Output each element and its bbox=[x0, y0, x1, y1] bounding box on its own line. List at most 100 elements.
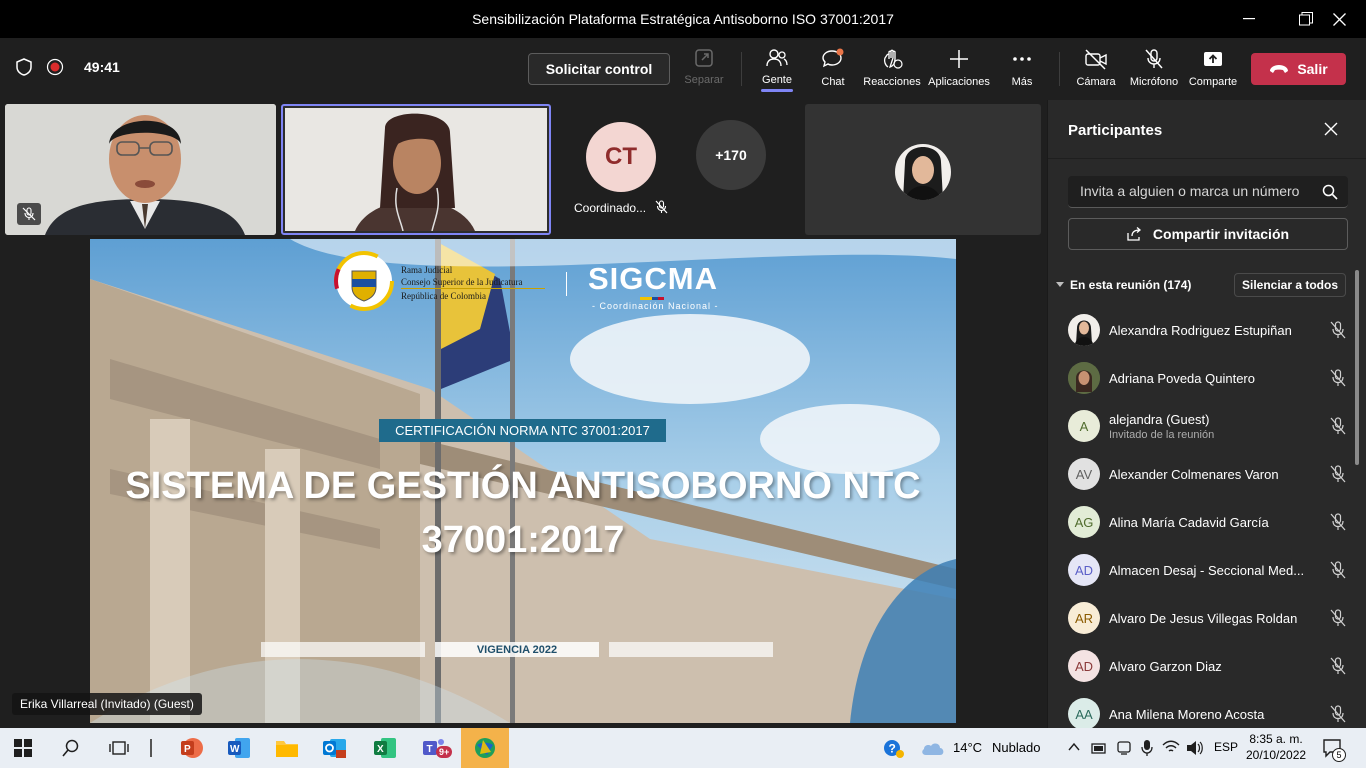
taskbar-active-app[interactable] bbox=[461, 728, 509, 768]
apps-label: Aplicaciones bbox=[928, 76, 990, 88]
clock-date: 20/10/2022 bbox=[1246, 748, 1307, 762]
video-tile-participant-1[interactable] bbox=[5, 104, 276, 235]
title-bar: Sensibilización Plataforma Estratégica A… bbox=[0, 0, 1366, 38]
teams-badge: 9+ bbox=[436, 746, 453, 758]
participant-row[interactable]: Alexandra Rodriguez Estupiñan bbox=[1068, 306, 1348, 354]
flag-stripe bbox=[640, 297, 664, 300]
svg-text:X: X bbox=[377, 744, 384, 755]
more-label: Más bbox=[1011, 76, 1033, 88]
participant-name: Alina María Cadavid García bbox=[1109, 514, 1269, 530]
taskbar-divider bbox=[150, 739, 152, 757]
participant-row[interactable]: AR Alvaro De Jesus Villegas Roldan bbox=[1068, 594, 1348, 642]
apps-plus-icon bbox=[950, 50, 968, 68]
microphone-label: Micrófono bbox=[1129, 76, 1179, 88]
mic-off-icon bbox=[1330, 513, 1346, 531]
participants-title: Participantes bbox=[1068, 122, 1163, 139]
footer-bar-left bbox=[261, 642, 425, 657]
slide-title-line-2: 37001:2017 bbox=[421, 519, 625, 561]
close-icon bbox=[1332, 12, 1346, 26]
battery-icon[interactable] bbox=[1090, 740, 1108, 756]
mic-off-icon bbox=[1330, 705, 1346, 723]
brand-logo: SIGCMA bbox=[588, 261, 718, 296]
participant-row[interactable]: AG Alina María Cadavid García bbox=[1068, 498, 1348, 546]
taskbar-outlook[interactable] bbox=[312, 728, 358, 768]
language-indicator[interactable]: ESP bbox=[1214, 740, 1238, 754]
device-icon[interactable] bbox=[1116, 740, 1132, 756]
more-participants-count[interactable]: +170 bbox=[696, 120, 766, 190]
taskbar-search-button[interactable] bbox=[48, 728, 94, 768]
participant-name: Alexander Colmenares Varon bbox=[1109, 466, 1279, 482]
org-line-1: Rama Judicial bbox=[401, 265, 453, 275]
leave-label: Salir bbox=[1297, 61, 1328, 77]
taskbar-file-explorer[interactable] bbox=[264, 728, 310, 768]
avatar: AV bbox=[1068, 458, 1100, 490]
chevron-down-icon bbox=[1056, 282, 1064, 287]
participant-name: Alvaro De Jesus Villegas Roldan bbox=[1109, 610, 1298, 626]
share-invitation-label: Compartir invitación bbox=[1152, 226, 1290, 242]
share-invite-icon bbox=[1127, 227, 1141, 241]
notification-center-button[interactable]: 5 bbox=[1322, 738, 1346, 763]
start-button[interactable] bbox=[0, 728, 46, 768]
participant-row[interactable]: Adriana Poveda Quintero bbox=[1068, 354, 1348, 402]
participants-scrollbar[interactable] bbox=[1355, 270, 1359, 465]
minimize-button[interactable] bbox=[1226, 0, 1272, 38]
people-label: Gente bbox=[762, 74, 792, 86]
taskbar-excel[interactable]: X bbox=[362, 728, 408, 768]
share-invitation-button[interactable]: Compartir invitación bbox=[1068, 218, 1348, 250]
participant-name: Alexandra Rodriguez Estupiñan bbox=[1109, 322, 1292, 338]
pop-out-button[interactable]: Separar bbox=[669, 48, 739, 86]
close-window-button[interactable] bbox=[1316, 0, 1362, 38]
taskbar-word[interactable]: W bbox=[216, 728, 262, 768]
wifi-icon[interactable] bbox=[1162, 740, 1180, 754]
weather-temp[interactable]: 14°C bbox=[953, 740, 982, 755]
participant-row[interactable]: AD Alvaro Garzon Diaz bbox=[1068, 642, 1348, 690]
more-button[interactable]: Más bbox=[987, 48, 1057, 88]
shared-presentation[interactable]: Rama Judicial Consejo Superior de la Jud… bbox=[90, 239, 956, 723]
search-icon[interactable] bbox=[1322, 184, 1338, 200]
certification-badge: CERTIFICACIÓN NORMA NTC 37001:2017 bbox=[379, 419, 666, 442]
taskbar-teams[interactable]: T 9+ bbox=[412, 728, 458, 768]
participant-name: Adriana Poveda Quintero bbox=[1109, 370, 1255, 386]
participant-row[interactable]: AD Almacen Desaj - Seccional Med... bbox=[1068, 546, 1348, 594]
avatar: AD bbox=[1068, 650, 1100, 682]
reactions-button[interactable]: Reacciones bbox=[857, 48, 927, 88]
avatar bbox=[1068, 362, 1100, 394]
reactions-label: Reacciones bbox=[863, 76, 921, 88]
mic-off-icon bbox=[1145, 49, 1163, 69]
volume-icon[interactable] bbox=[1186, 740, 1204, 756]
video-tile-active-speaker[interactable] bbox=[281, 104, 551, 235]
participant-name: alejandra (Guest) bbox=[1109, 411, 1210, 427]
request-control-button[interactable]: Solicitar control bbox=[528, 53, 670, 85]
clock[interactable]: 8:35 a. m. 20/10/2022 bbox=[1246, 731, 1306, 763]
close-panel-button[interactable] bbox=[1324, 122, 1338, 141]
task-view-icon bbox=[109, 741, 129, 755]
apps-button[interactable]: Aplicaciones bbox=[924, 48, 994, 88]
chevron-up-icon[interactable] bbox=[1068, 742, 1080, 752]
participant-row[interactable]: AV Alexander Colmenares Varon bbox=[1068, 450, 1348, 498]
avatar: AG bbox=[1068, 506, 1100, 538]
leave-button[interactable]: Salir bbox=[1251, 53, 1346, 85]
invite-search-input[interactable] bbox=[1068, 176, 1308, 206]
windows-logo-icon bbox=[14, 739, 32, 757]
participant-role: Invitado de la reunión bbox=[1109, 428, 1215, 441]
hang-up-icon bbox=[1270, 65, 1289, 73]
taskbar-powerpoint[interactable]: P bbox=[168, 728, 214, 768]
avatar-ct[interactable]: CT bbox=[586, 122, 656, 192]
excel-icon: X bbox=[374, 738, 396, 758]
weather-text[interactable]: Nublado bbox=[992, 740, 1040, 755]
participant-list: Alexandra Rodriguez Estupiñan Adriana Po… bbox=[1068, 306, 1348, 738]
task-view-button[interactable] bbox=[96, 728, 142, 768]
svg-text:P: P bbox=[184, 744, 191, 755]
video-tile-participant-avatar[interactable] bbox=[805, 104, 1041, 235]
participant-row[interactable]: A alejandra (Guest) Invitado de la reuni… bbox=[1068, 402, 1348, 450]
mute-all-button[interactable]: Silenciar a todos bbox=[1234, 273, 1346, 297]
share-button[interactable]: Comparte bbox=[1178, 48, 1248, 88]
active-speaker-video bbox=[285, 108, 547, 231]
powerpoint-icon: P bbox=[181, 738, 203, 758]
share-icon bbox=[1204, 52, 1222, 66]
microphone-tray-icon[interactable] bbox=[1140, 739, 1154, 757]
help-icon[interactable]: ? bbox=[883, 739, 905, 759]
in-meeting-section-toggle[interactable]: En esta reunión (174) bbox=[1056, 278, 1191, 292]
svg-text:T: T bbox=[427, 744, 433, 755]
mic-off-icon bbox=[1330, 369, 1346, 387]
